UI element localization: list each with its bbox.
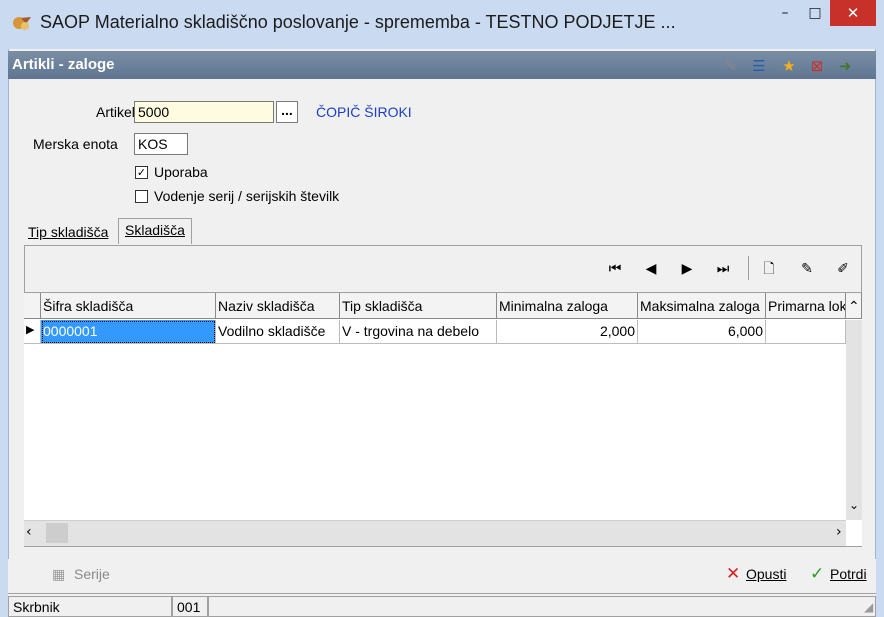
new-record-icon[interactable]: 🗋 (758, 258, 780, 280)
horizontal-scroll-thumb[interactable] (46, 523, 68, 543)
scroll-right-icon[interactable]: › (836, 524, 852, 542)
row-indicator-header (24, 293, 41, 319)
tab-skladisca[interactable]: Skladišča (118, 218, 192, 244)
status-empty (208, 596, 876, 617)
scroll-down-icon[interactable]: ⌄ (846, 498, 862, 516)
column-header[interactable]: Minimalna zaloga (497, 293, 638, 319)
column-header[interactable]: Naziv skladišča (216, 293, 340, 319)
confirm-check-icon: ✓ (810, 564, 825, 584)
edit-all-icon[interactable]: ✐ (832, 258, 854, 280)
column-header[interactable]: Tip skladišča (340, 293, 497, 319)
artikel-label: Artikel (96, 104, 135, 120)
column-header[interactable]: Primarna loka (766, 293, 846, 319)
maximize-button[interactable]: □ (800, 0, 830, 26)
status-code: 001 (172, 596, 208, 617)
artikel-input[interactable]: 5000 (134, 101, 274, 123)
app-icon (13, 17, 31, 30)
minimize-button[interactable]: – (770, 0, 800, 26)
footer-bar: ▦ Serije ✕ Opusti ✓ Potrdi (8, 559, 876, 593)
close-button[interactable]: ✕ (830, 0, 876, 26)
edit-record-icon[interactable]: ✎ (796, 258, 818, 280)
vodenje-serij-checkbox[interactable] (135, 190, 148, 203)
form-header: Artikli - zaloge ✎ ☰ ★ ⊠ ➜ (8, 51, 876, 79)
form-title: Artikli - zaloge (12, 56, 115, 73)
table-cell[interactable] (766, 320, 846, 344)
exit-icon[interactable]: ➜ (836, 57, 854, 75)
merska-enota-input[interactable]: KOS (134, 133, 188, 155)
title-bar: SAOP Materialno skladiščno poslovanje - … (0, 0, 884, 49)
table-cell[interactable]: V - trgovina na debelo (340, 320, 497, 344)
status-user: Skrbnik (8, 596, 172, 617)
edit-note-icon[interactable]: ✎ (722, 57, 740, 75)
table-cell[interactable]: Vodilno skladišče (216, 320, 340, 344)
warehouses-grid: Šifra skladišča Naziv skladišča Tip skla… (24, 292, 862, 546)
resize-grip-icon[interactable]: ◢ (864, 600, 873, 614)
window-title: SAOP Materialno skladiščno poslovanje - … (40, 12, 676, 32)
calendar-grid-icon: ▦ (52, 567, 66, 583)
cancel-icon: ✕ (726, 564, 741, 584)
first-record-icon[interactable]: ⏮ (604, 258, 626, 280)
artikel-browse-button[interactable]: ... (276, 101, 298, 123)
vertical-scrollbar[interactable] (846, 320, 862, 520)
vodenje-serij-label: Vodenje serij / serijskih številk (154, 188, 340, 204)
scroll-up-icon[interactable]: ⌃ (846, 293, 862, 319)
potrdi-button[interactable]: Potrdi (830, 566, 867, 582)
status-bar: Skrbnik 001 ◢ (8, 593, 876, 617)
scroll-left-icon[interactable]: ‹ (26, 524, 42, 542)
previous-record-icon[interactable]: ◀ (640, 258, 662, 280)
serije-button[interactable]: Serije (74, 566, 110, 582)
uporaba-label: Uporaba (154, 164, 208, 180)
artikel-name: ČOPIČ ŠIROKI (316, 104, 412, 120)
table-cell[interactable]: 6,000 (638, 320, 766, 344)
table-cell[interactable]: 2,000 (497, 320, 638, 344)
table-cell[interactable]: 0000001 (41, 320, 216, 344)
tab-tip-skladisca[interactable]: Tip skladišča (28, 224, 108, 240)
last-record-icon[interactable]: ⏭ (712, 258, 734, 280)
merska-enota-label: Merska enota (33, 136, 118, 152)
toolbar-separator (748, 256, 749, 280)
opusti-button[interactable]: Opusti (746, 566, 786, 582)
column-header[interactable]: Maksimalna zaloga (638, 293, 766, 319)
horizontal-scrollbar[interactable] (24, 520, 846, 546)
column-header[interactable]: Šifra skladišča (41, 293, 216, 319)
favorite-star-icon[interactable]: ★ (780, 57, 798, 75)
list-icon[interactable]: ☰ (750, 57, 768, 75)
next-record-icon[interactable]: ▶ (676, 258, 698, 280)
row-indicator-icon: ▶ (24, 320, 41, 344)
uporaba-checkbox[interactable]: ✓ (135, 166, 148, 179)
close-document-icon[interactable]: ⊠ (808, 57, 826, 75)
